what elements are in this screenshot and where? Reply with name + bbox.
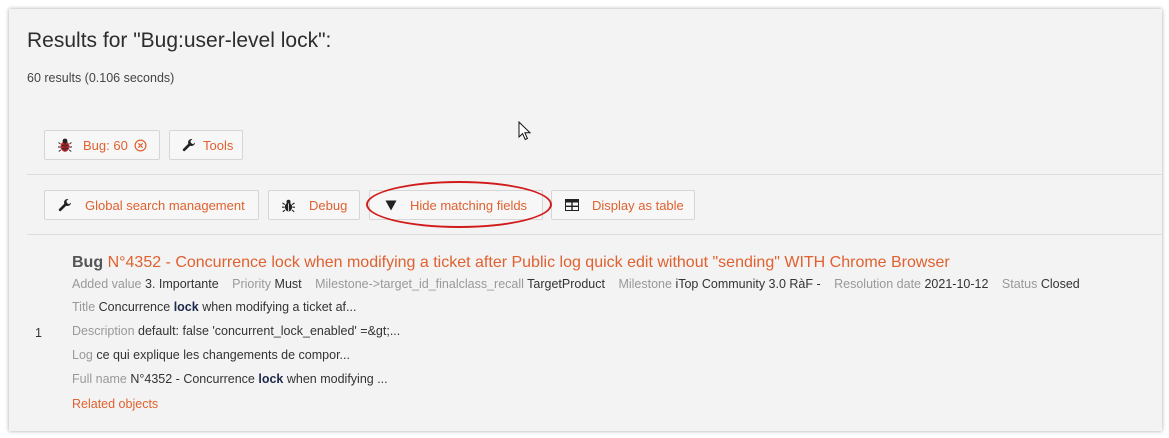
- display-as-table-button[interactable]: Display as table: [551, 190, 695, 220]
- global-search-management-button[interactable]: Global search management: [44, 190, 259, 220]
- field-description-text: default: false 'concurrent_lock_enabled'…: [138, 324, 401, 338]
- resolution-date-value: 2021-10-12: [924, 277, 989, 291]
- result-attributes: Added value 3. Importante Priority Must …: [72, 277, 1080, 291]
- tools-label: Tools: [203, 137, 234, 153]
- field-log-label: Log: [72, 348, 93, 362]
- added-value: 3. Importante: [145, 277, 219, 291]
- global-search-label: Global search management: [85, 197, 245, 213]
- wrench-icon: [182, 138, 196, 152]
- display-table-label: Display as table: [592, 197, 684, 213]
- milestone-value: iTop Community 3.0 RàF -: [675, 277, 821, 291]
- resolution-date-label: Resolution date: [834, 277, 921, 291]
- field-title-text: Concurrence: [98, 300, 171, 314]
- mouse-cursor-icon: [518, 120, 532, 146]
- field-log: Log ce qui explique les changements de c…: [72, 348, 350, 362]
- field-fullname-text: N°4352 - Concurrence: [130, 372, 255, 386]
- match-highlight: lock: [258, 372, 284, 386]
- debug-button[interactable]: Debug: [268, 190, 360, 220]
- result-title: Bug N°4352 - Concurrence lock when modif…: [72, 254, 950, 272]
- field-description-label: Description: [72, 324, 135, 338]
- page-title: Results for "Bug:user-level lock":: [27, 29, 332, 52]
- result-title-link[interactable]: N°4352 - Concurrence lock when modifying…: [108, 254, 950, 271]
- field-fullname-text-end: when modifying ...: [286, 372, 388, 386]
- table-icon: [565, 199, 579, 211]
- bug-filter-badge[interactable]: Bug: 60: [44, 130, 160, 160]
- field-title: Title Concurrence lock when modifying a …: [72, 300, 356, 314]
- field-fullname-label: Full name: [72, 372, 127, 386]
- triangle-down-icon: [385, 200, 397, 211]
- milestone-label: Milestone: [618, 277, 672, 291]
- priority-value: Must: [274, 277, 302, 291]
- milestone-target-value: TargetProduct: [527, 277, 605, 291]
- milestone-target-label: Milestone->target_id_finalclass_recall: [315, 277, 524, 291]
- status-label: Status: [1001, 277, 1038, 291]
- divider: [27, 234, 1162, 235]
- field-fullname: Full name N°4352 - Concurrence lock when…: [72, 372, 388, 386]
- debug-icon: [281, 198, 296, 213]
- bug-filter-label: Bug: 60: [83, 137, 128, 153]
- debug-label: Debug: [309, 197, 348, 213]
- related-objects-link[interactable]: Related objects: [72, 397, 158, 411]
- divider: [27, 174, 1162, 175]
- added-value-label: Added value: [72, 277, 142, 291]
- close-circle-icon[interactable]: [134, 138, 147, 152]
- field-title-label: Title: [72, 300, 96, 314]
- result-class: Bug: [72, 254, 104, 271]
- hide-fields-label: Hide matching fields: [410, 197, 528, 213]
- bug-icon: [57, 137, 73, 153]
- field-log-text: ce qui explique les changements de compo…: [96, 348, 350, 362]
- status-value: Closed: [1040, 277, 1080, 291]
- search-results-panel: Results for "Bug:user-level lock": 60 re…: [9, 9, 1162, 431]
- results-count: 60 results (0.106 seconds): [27, 71, 175, 85]
- tools-button[interactable]: Tools: [169, 130, 243, 160]
- priority-label: Priority: [232, 277, 272, 291]
- hide-matching-fields-button[interactable]: Hide matching fields: [369, 190, 543, 220]
- result-index: 1: [35, 326, 42, 340]
- match-highlight: lock: [173, 300, 199, 314]
- wrench-icon: [58, 198, 72, 212]
- field-title-text-end: when modifying a ticket af...: [202, 300, 357, 314]
- field-description: Description default: false 'concurrent_l…: [72, 324, 400, 338]
